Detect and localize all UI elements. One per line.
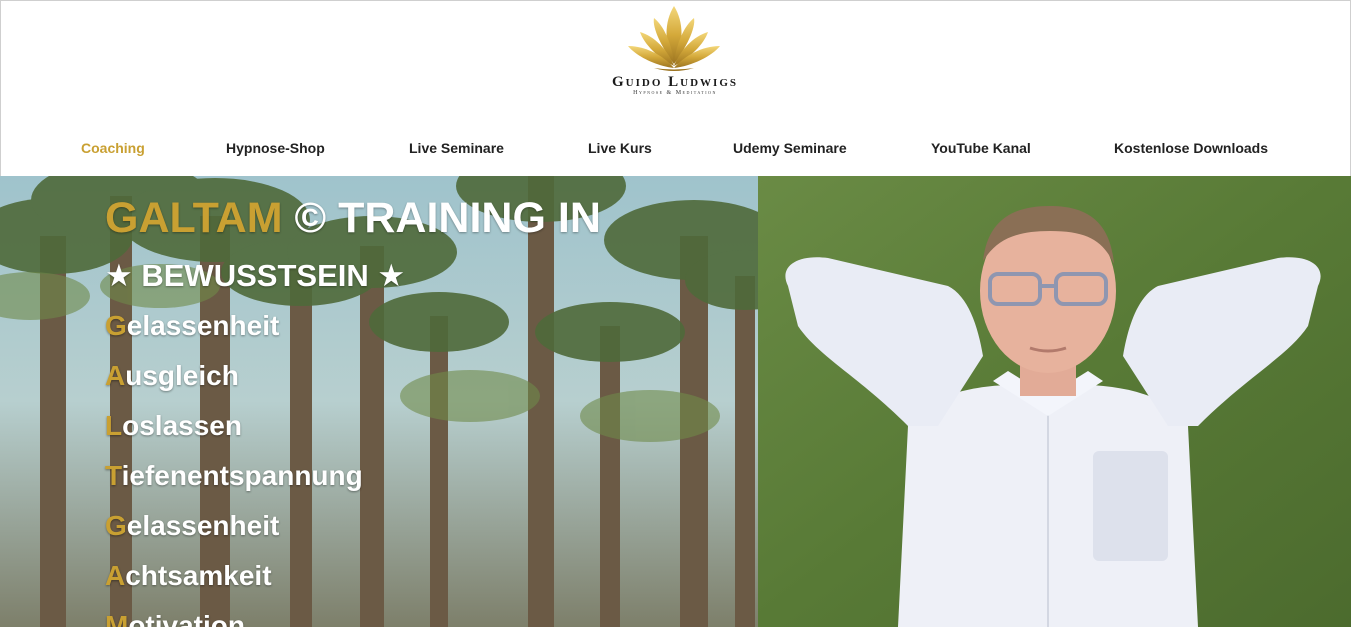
nav-item-kostenlose-downloads[interactable]: Kostenlose Downloads: [1114, 140, 1268, 156]
hero-subtitle: ★ BEWUSSTSEIN ★: [105, 258, 406, 293]
hero-word: Gelassenheit: [105, 310, 279, 342]
hero-banner: GALTAM © TRAINING IN ★ BEWUSSTSEIN ★ Gel…: [0, 176, 1351, 627]
lotus-icon: [628, 6, 720, 71]
word-initial: L: [105, 410, 123, 441]
palm-trees-photo: GALTAM © TRAINING IN ★ BEWUSSTSEIN ★ Gel…: [0, 176, 758, 627]
nav-item-udemy-seminare[interactable]: Udemy Seminare: [733, 140, 847, 156]
nav-item-live-kurs[interactable]: Live Kurs: [588, 140, 652, 156]
word-rest: elassenheit: [126, 510, 280, 541]
word-initial: M: [105, 610, 129, 627]
hero-word: Loslassen: [105, 410, 242, 442]
word-rest: usgleich: [125, 360, 239, 391]
hero-title-highlight: GALTAM: [105, 194, 283, 242]
word-rest: oslassen: [122, 410, 242, 441]
word-rest: elassenheit: [126, 310, 280, 341]
nav-item-youtube-kanal[interactable]: YouTube Kanal: [931, 140, 1031, 156]
hero-word: Tiefenentspannung: [105, 460, 363, 492]
person-on-grass-photo: [758, 176, 1351, 627]
word-initial: A: [105, 560, 126, 591]
hero-word: Achtsamkeit: [105, 560, 272, 592]
hero-word: Motivation: [105, 610, 245, 627]
word-initial: G: [105, 510, 127, 541]
brand-name: Guido Ludwigs: [612, 74, 738, 90]
word-rest: otivation: [128, 610, 245, 627]
word-initial: T: [105, 460, 122, 491]
person-illustration: [758, 176, 1351, 627]
hero-word: Gelassenheit: [105, 510, 279, 542]
site-logo[interactable]: Guido Ludwigs Hypnose & Meditation: [560, 4, 790, 104]
hero-word: Ausgleich: [105, 360, 239, 392]
word-initial: A: [105, 360, 126, 391]
word-initial: G: [105, 310, 127, 341]
nav-item-coaching[interactable]: Coaching: [81, 140, 145, 156]
word-rest: chtsamkeit: [125, 560, 272, 591]
hero-title: GALTAM © TRAINING IN: [105, 194, 601, 243]
word-rest: iefenentspannung: [121, 460, 363, 491]
main-nav: Coaching Hypnose-Shop Live Seminare Live…: [0, 140, 1351, 162]
nav-item-hypnose-shop[interactable]: Hypnose-Shop: [226, 140, 325, 156]
hero-title-rest: © TRAINING IN: [282, 194, 601, 242]
nav-item-live-seminare[interactable]: Live Seminare: [409, 140, 504, 156]
brand-tagline: Hypnose & Meditation: [633, 90, 717, 96]
